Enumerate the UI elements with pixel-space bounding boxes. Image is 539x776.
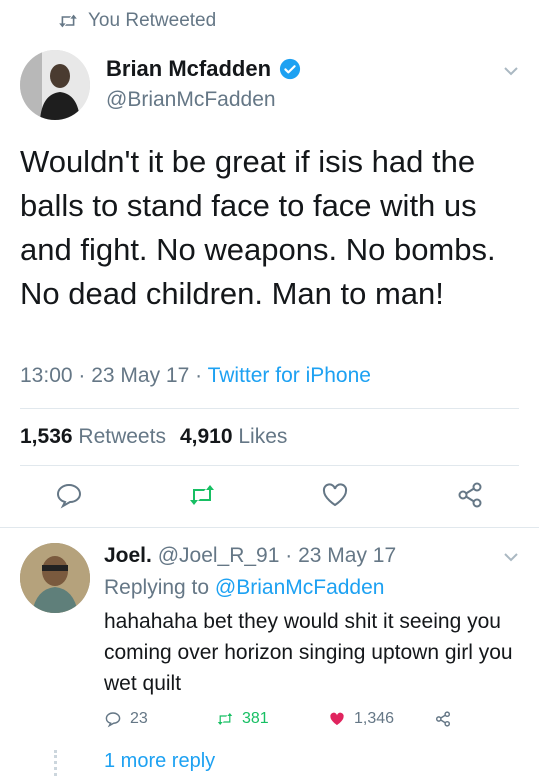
author-name[interactable]: Brian Mcfadden	[106, 56, 271, 82]
reply-header: Joel. @Joel_R_91 · 23 May 17	[104, 544, 396, 568]
reply-retweets-count: 381	[242, 710, 269, 727]
retweets-count: 1,536	[20, 425, 73, 448]
retweet-icon	[59, 14, 77, 28]
reply-author-avatar[interactable]	[20, 543, 90, 613]
reply-likes-count: 1,346	[354, 710, 395, 727]
retweets-stat[interactable]: 1,536 Retweets	[20, 425, 166, 449]
reply-replies-count: 23	[130, 710, 148, 727]
likes-count: 4,910	[179, 425, 233, 448]
divider	[20, 465, 519, 466]
reply-share-action[interactable]	[434, 710, 452, 728]
reply-retweet-action[interactable]: 381	[216, 710, 269, 728]
chevron-down-icon[interactable]	[503, 552, 519, 562]
heart-icon	[330, 712, 344, 725]
share-icon[interactable]	[455, 480, 485, 510]
author-handle[interactable]: @BrianMcFadden	[106, 88, 301, 112]
likes-stat[interactable]: 4,910 Likes	[180, 425, 287, 449]
reply-handle-date[interactable]: @Joel_R_91 · 23 May 17	[152, 544, 396, 567]
reply-icon[interactable]	[54, 480, 84, 510]
tweet-timestamp: 13:00 · 23 May 17 ·	[20, 364, 208, 387]
retweet-icon	[217, 713, 233, 725]
retweet-context-label: You Retweeted	[88, 10, 217, 31]
retweet-context: You Retweeted	[58, 10, 216, 32]
verified-badge-icon	[279, 58, 301, 80]
reply-icon	[105, 712, 121, 728]
replying-to-link[interactable]: @BrianMcFadden	[215, 576, 385, 599]
section-separator	[0, 527, 539, 528]
heart-icon[interactable]	[320, 480, 350, 510]
reply-action-bar: 23 381 1,346	[104, 710, 519, 734]
share-icon	[435, 711, 451, 727]
tweet-action-bar	[0, 480, 539, 514]
replying-to: Replying to @BrianMcFadden	[104, 576, 384, 600]
likes-label: Likes	[238, 425, 288, 448]
tweet-source-link[interactable]: Twitter for iPhone	[208, 364, 371, 387]
retweets-label: Retweets	[78, 425, 166, 448]
tweet-text: Wouldn't it be great if isis had the bal…	[20, 144, 496, 311]
reply-author-name[interactable]: Joel.	[104, 544, 152, 567]
retweet-icon[interactable]	[187, 480, 217, 510]
tweet-stats: 1,536 Retweets 4,910 Likes	[20, 425, 287, 449]
reply-reply-action[interactable]: 23	[104, 710, 148, 728]
reply-text: hahahaha bet they would shit it seeing y…	[104, 610, 513, 695]
replying-prefix: Replying to	[104, 576, 215, 599]
divider	[20, 408, 519, 409]
tweet-meta: 13:00 · 23 May 17 · Twitter for iPhone	[20, 364, 371, 388]
chevron-down-icon[interactable]	[503, 66, 519, 76]
tweet-author: Brian Mcfadden @BrianMcFadden	[106, 56, 301, 112]
thread-connector	[54, 750, 57, 776]
more-replies-link[interactable]: 1 more reply	[104, 750, 215, 773]
author-avatar[interactable]	[20, 50, 90, 120]
reply-like-action[interactable]: 1,346	[328, 710, 394, 728]
